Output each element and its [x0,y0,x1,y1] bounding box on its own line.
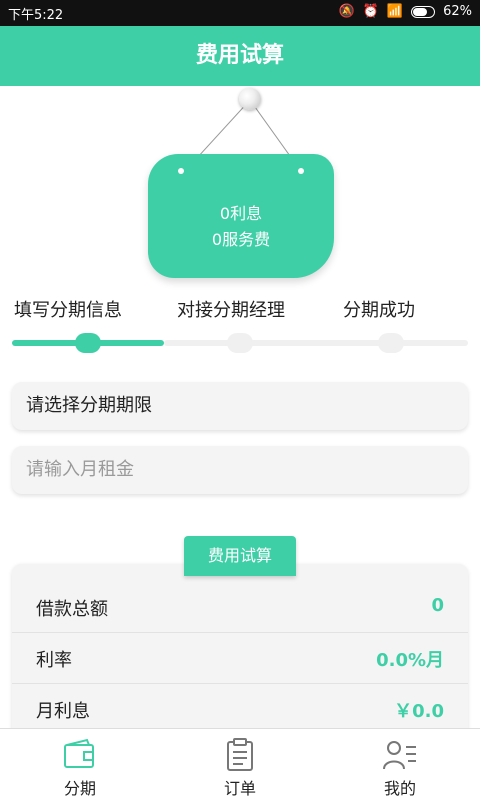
wifi-icon: 📶 [386,4,404,19]
calc-row-label: 月利息 [36,701,90,722]
promo-service-fee: 0服务费 [211,230,271,249]
step-3-dot [378,333,404,353]
calc-row-value: 0 [431,595,444,616]
calc-row-value: ￥0.0 [394,701,444,722]
step-2-label: 对接分期经理 [177,300,285,321]
user-list-icon [383,741,416,770]
step-labels: 填写分期信息 对接分期经理 分期成功 [0,296,480,321]
status-time: 下午5:22 [8,8,64,23]
tab-orders-label: 订单 [223,779,256,798]
status-icons: 🔕 ⏰ 📶 62% [339,4,472,19]
rent-input[interactable]: 请输入月租金 [12,446,468,494]
tab-mine[interactable]: 我的 [320,729,480,801]
calc-tab: 费用试算 [184,536,296,576]
clipboard-icon [227,738,253,771]
board-hole-icon [298,168,304,174]
calc-card: 借款总额 0 利率 0.0%月 月利息 ￥0.0 [12,564,468,735]
battery-icon [411,5,436,18]
status-bar: 下午5:22 🔕 ⏰ 📶 62% [0,0,480,26]
wallet-icon [64,738,94,768]
promo-board: 0利息 0服务费 [148,154,334,278]
period-select[interactable]: 请选择分期期限 [12,382,468,430]
calc-row-label: 借款总额 [36,599,108,620]
calc-row-rate: 利率 0.0%月 [12,633,468,684]
tab-orders[interactable]: 订单 [160,729,320,801]
bottom-tab-bar: 分期 订单 我的 [0,728,480,801]
step-2-dot [227,333,253,353]
mute-icon: 🔕 [338,4,355,19]
progress-track [164,340,468,346]
step-progress [12,332,468,356]
step-3-label: 分期成功 [343,300,415,321]
tab-mine-label: 我的 [383,779,416,798]
calc-row-total: 借款总额 0 [12,582,468,633]
page-title: 费用试算 [0,26,480,86]
step-1-dot [75,333,101,353]
battery-percent: 62% [443,4,472,19]
promo-interest: 0利息 [219,204,263,223]
pin-icon [239,88,261,110]
tab-installment[interactable]: 分期 [0,729,160,801]
calc-row-value: 0.0%月 [376,650,444,671]
tab-installment-label: 分期 [63,779,96,798]
alarm-icon: ⏰ [362,4,379,19]
calc-row-label: 利率 [36,650,72,671]
board-hole-icon [178,168,184,174]
step-1-label: 填写分期信息 [14,300,122,321]
promo-sign: 0利息 0服务费 [140,88,340,288]
